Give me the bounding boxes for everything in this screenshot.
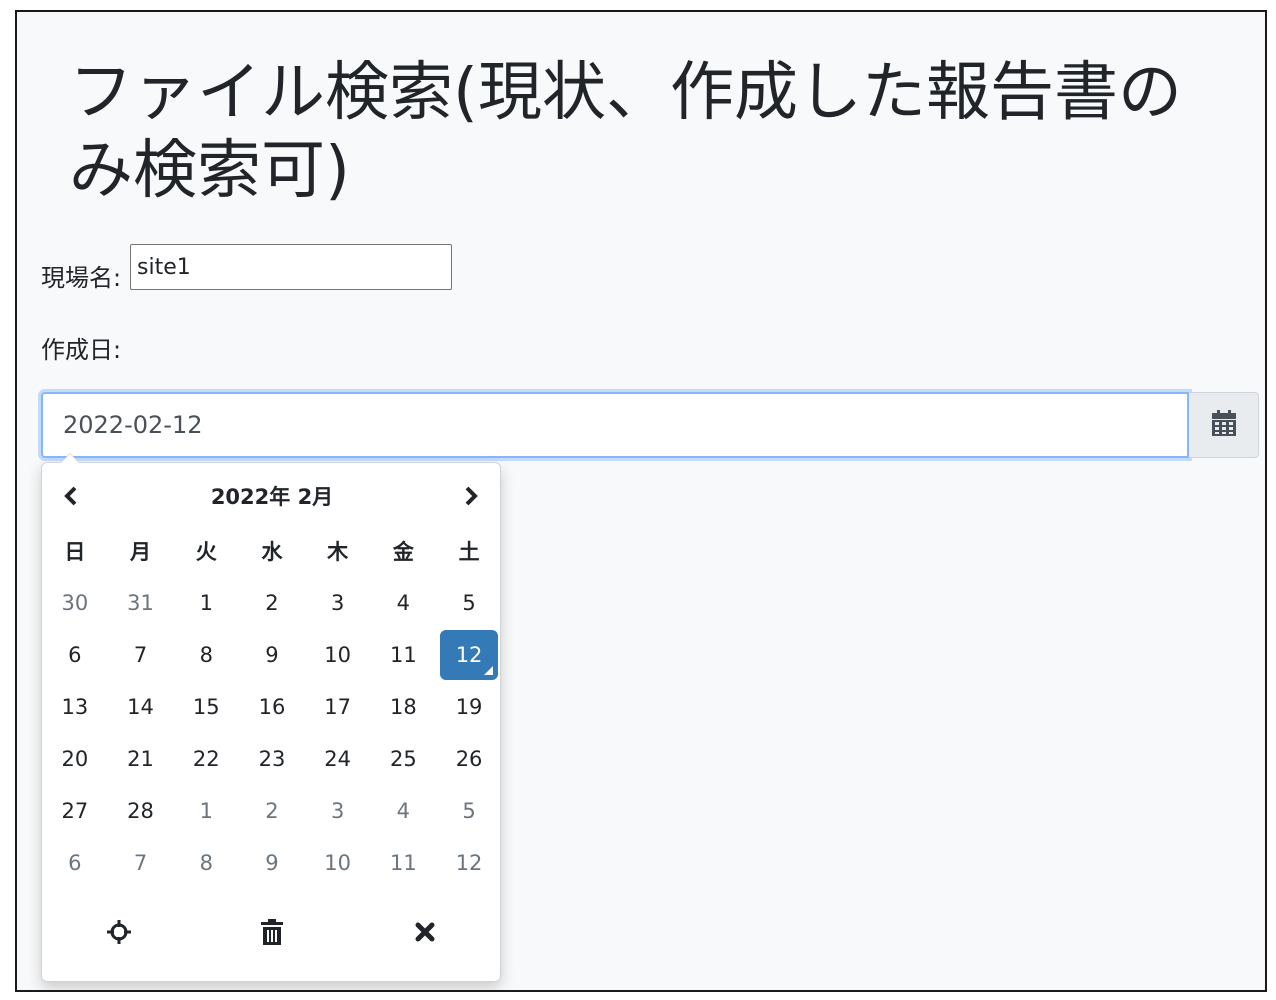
calendar-day[interactable]: 28: [112, 786, 170, 836]
calendar-day[interactable]: 7: [112, 838, 170, 888]
calendar-day[interactable]: 21: [112, 734, 170, 784]
weekday-label: 水: [261, 540, 283, 564]
calendar-day[interactable]: 10: [309, 630, 367, 680]
weekday-row: 日 月 火 水 木 金 土: [42, 525, 502, 577]
calendar-day[interactable]: 20: [46, 734, 104, 784]
calendar-day[interactable]: 2: [243, 578, 301, 628]
created-date-input[interactable]: [41, 392, 1189, 458]
close-button[interactable]: [395, 912, 455, 956]
calendar-week-row: 6 7 8 9 10 11 12: [42, 629, 502, 681]
weekday-label: 土: [458, 540, 480, 564]
trash-icon: [260, 919, 283, 949]
site-name-input[interactable]: [130, 244, 452, 290]
calendar-day[interactable]: 12: [440, 838, 498, 888]
calendar-day[interactable]: 27: [46, 786, 104, 836]
chevron-right-icon: [464, 486, 478, 510]
calendar-day[interactable]: 1: [177, 578, 235, 628]
calendar-grid: 日 月 火 水 木 金 土 30 31 1 2 3 4 5 6 7 8 9 10 11 12 13 14 15 1…: [42, 525, 502, 889]
calendar-day[interactable]: 11: [374, 838, 432, 888]
calendar-day[interactable]: 16: [243, 682, 301, 732]
page-title: ファイル検索(現状、作成した報告書のみ検索可): [69, 56, 1182, 208]
calendar-day[interactable]: 10: [309, 838, 367, 888]
datepicker-arrow: [60, 453, 80, 463]
calendar-day[interactable]: 31: [112, 578, 170, 628]
close-icon: [415, 922, 435, 946]
calendar-day[interactable]: 22: [177, 734, 235, 784]
calendar-day[interactable]: 8: [177, 630, 235, 680]
chevron-left-icon: [64, 486, 78, 510]
datepicker-footer: [42, 909, 502, 959]
calendar-week-row: 30 31 1 2 3 4 5: [42, 577, 502, 629]
calendar-day[interactable]: 9: [243, 630, 301, 680]
month-switch[interactable]: 2022年 2月: [142, 475, 402, 519]
calendar-day[interactable]: 3: [309, 786, 367, 836]
weekday-label: 月: [130, 540, 152, 564]
calendar-day[interactable]: 19: [440, 682, 498, 732]
calendar-day[interactable]: 15: [177, 682, 235, 732]
calendar-day[interactable]: 30: [46, 578, 104, 628]
calendar-icon: [1211, 410, 1236, 440]
calendar-day[interactable]: 5: [440, 786, 498, 836]
created-date-label: 作成日:: [41, 336, 122, 364]
created-date-group: [41, 392, 1259, 458]
calendar-day[interactable]: 14: [112, 682, 170, 732]
clear-button[interactable]: [242, 912, 302, 956]
calendar-day[interactable]: 26: [440, 734, 498, 784]
datepicker-header: 2022年 2月: [42, 475, 502, 519]
calendar-day-selected[interactable]: 12: [440, 630, 499, 680]
calendar-day[interactable]: 4: [374, 786, 432, 836]
calendar-day[interactable]: 7: [112, 630, 170, 680]
calendar-week-row: 13 14 15 16 17 18 19: [42, 681, 502, 733]
weekday-label: 日: [64, 540, 86, 564]
calendar-day[interactable]: 25: [374, 734, 432, 784]
today-button[interactable]: [89, 912, 149, 956]
calendar-day[interactable]: 17: [309, 682, 367, 732]
calendar-week-row: 20 21 22 23 24 25 26: [42, 733, 502, 785]
calendar-weeks: 30 31 1 2 3 4 5 6 7 8 9 10 11 12 13 14 15 16 17 18 19 20 21 22 2…: [42, 577, 502, 889]
datepicker-popup: 2022年 2月 日 月 火 水 木 金 土 30 31 1 2 3 4 5 6 7 8 9 10 11…: [41, 453, 502, 982]
calendar-week-row: 6 7 8 9 10 11 12: [42, 837, 502, 889]
calendar-week-row: 27 28 1 2 3 4 5: [42, 785, 502, 837]
weekday-label: 火: [195, 540, 217, 564]
calendar-button[interactable]: [1189, 392, 1259, 458]
calendar-day[interactable]: 3: [309, 578, 367, 628]
calendar-day[interactable]: 11: [374, 630, 432, 680]
prev-month-button[interactable]: [54, 481, 88, 515]
page-frame: ファイル検索(現状、作成した報告書のみ検索可) 現場名: 作成日:: [15, 10, 1267, 992]
crosshairs-icon: [106, 919, 132, 949]
calendar-day[interactable]: 6: [46, 630, 104, 680]
calendar-day[interactable]: 9: [243, 838, 301, 888]
weekday-label: 金: [392, 540, 414, 564]
calendar-day[interactable]: 6: [46, 838, 104, 888]
calendar-day[interactable]: 13: [46, 682, 104, 732]
calendar-day[interactable]: 1: [177, 786, 235, 836]
calendar-day[interactable]: 24: [309, 734, 367, 784]
next-month-button[interactable]: [454, 481, 488, 515]
calendar-day[interactable]: 4: [374, 578, 432, 628]
site-name-label: 現場名:: [41, 264, 122, 292]
calendar-day[interactable]: 18: [374, 682, 432, 732]
calendar-day[interactable]: 23: [243, 734, 301, 784]
calendar-day[interactable]: 2: [243, 786, 301, 836]
calendar-day[interactable]: 8: [177, 838, 235, 888]
calendar-day[interactable]: 5: [440, 578, 498, 628]
weekday-label: 木: [327, 540, 349, 564]
